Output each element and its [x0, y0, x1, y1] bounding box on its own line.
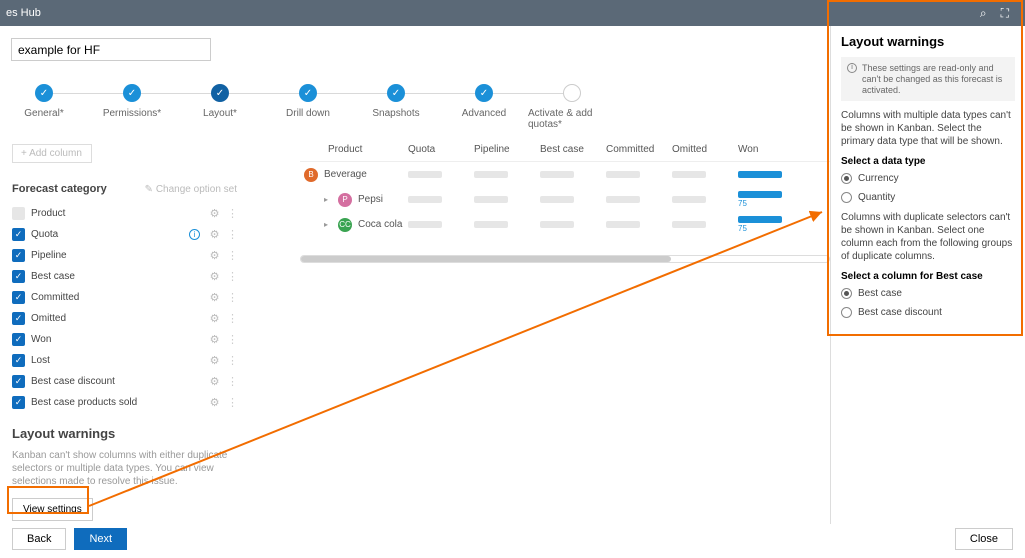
next-button[interactable]: Next — [74, 528, 127, 550]
layout-warnings-body: Kanban can't show columns with either du… — [12, 449, 257, 488]
forecast-category-title: Forecast category — [12, 183, 107, 195]
category-label: Committed — [31, 292, 202, 303]
row-name: Pepsi — [358, 194, 383, 205]
category-row[interactable]: ✓ Won ⚙ ⋮ — [12, 329, 237, 350]
category-row[interactable]: ✓ Omitted ⚙ ⋮ — [12, 308, 237, 329]
more-icon[interactable]: ⋮ — [227, 207, 237, 220]
preview-table-header: ProductQuotaPipelineBest caseCommittedOm… — [300, 144, 830, 162]
category-row[interactable]: Product ⚙ ⋮ — [12, 203, 237, 224]
table-row[interactable]: B Beverage — [300, 162, 830, 187]
horizontal-scrollbar[interactable] — [300, 255, 830, 263]
category-row[interactable]: ✓ Best case discount ⚙ ⋮ — [12, 371, 237, 392]
more-icon[interactable]: ⋮ — [227, 312, 237, 325]
wizard-stepper: ✓General*✓Permissions*✓Layout*✓Drill dow… — [0, 84, 830, 130]
more-icon[interactable]: ⋮ — [227, 354, 237, 367]
gear-icon[interactable]: ⚙ — [208, 354, 221, 367]
checkbox-icon[interactable]: ✓ — [12, 312, 25, 325]
step-drill-down[interactable]: ✓Drill down — [264, 84, 352, 130]
category-row[interactable]: ✓ Committed ⚙ ⋮ — [12, 287, 237, 308]
step-snapshots[interactable]: ✓Snapshots — [352, 84, 440, 130]
avatar: B — [304, 168, 318, 182]
category-row[interactable]: ✓ Quotai ⚙ ⋮ — [12, 224, 237, 245]
checkbox-icon[interactable]: ✓ — [12, 375, 25, 388]
checkbox-icon[interactable] — [12, 207, 25, 220]
more-icon[interactable]: ⋮ — [227, 375, 237, 388]
close-button[interactable]: Close — [955, 528, 1013, 550]
checkbox-icon[interactable]: ✓ — [12, 354, 25, 367]
avatar: CC — [338, 218, 352, 232]
highlight-flyout — [827, 0, 1023, 336]
category-row[interactable]: ✓ Lost ⚙ ⋮ — [12, 350, 237, 371]
more-icon[interactable]: ⋮ — [227, 291, 237, 304]
forecast-name-input[interactable] — [11, 38, 211, 61]
checkbox-icon[interactable]: ✓ — [12, 291, 25, 304]
layout-warnings-heading: Layout warnings — [12, 426, 257, 441]
gear-icon[interactable]: ⚙ — [208, 270, 221, 283]
more-icon[interactable]: ⋮ — [227, 333, 237, 346]
checkbox-icon[interactable]: ✓ — [12, 333, 25, 346]
info-icon[interactable]: i — [189, 229, 200, 240]
table-row[interactable]: ▸CCCoca cola75 — [300, 212, 830, 237]
row-name: Coca cola — [358, 219, 402, 230]
checkbox-icon[interactable]: ✓ — [12, 270, 25, 283]
category-row[interactable]: ✓ Best case products sold ⚙ ⋮ — [12, 392, 237, 413]
chevron-right-icon[interactable]: ▸ — [324, 195, 332, 204]
row-name: Beverage — [324, 169, 367, 180]
app-title: es Hub — [6, 7, 41, 19]
chevron-right-icon[interactable]: ▸ — [324, 220, 332, 229]
step-permissions-[interactable]: ✓Permissions* — [88, 84, 176, 130]
step-general-[interactable]: ✓General* — [0, 84, 88, 130]
category-label: Won — [31, 334, 202, 345]
add-column-button[interactable]: + Add column — [12, 144, 92, 163]
back-button[interactable]: Back — [12, 528, 66, 550]
checkbox-icon[interactable]: ✓ — [12, 249, 25, 262]
category-row[interactable]: ✓ Pipeline ⚙ ⋮ — [12, 245, 237, 266]
more-icon[interactable]: ⋮ — [227, 270, 237, 283]
checkbox-icon[interactable]: ✓ — [12, 228, 25, 241]
gear-icon[interactable]: ⚙ — [208, 207, 221, 220]
category-label: Product — [31, 208, 202, 219]
more-icon[interactable]: ⋮ — [227, 228, 237, 241]
table-row[interactable]: ▸PPepsi75 — [300, 187, 830, 212]
category-row[interactable]: ✓ Best case ⚙ ⋮ — [12, 266, 237, 287]
highlight-view-settings — [7, 486, 89, 514]
category-label: Pipeline — [31, 250, 202, 261]
change-option-set-link[interactable]: ✎ Change option set — [145, 184, 237, 195]
category-label: Quota — [31, 229, 183, 240]
avatar: P — [338, 193, 352, 207]
category-label: Best case discount — [31, 376, 202, 387]
step-layout-[interactable]: ✓Layout* — [176, 84, 264, 130]
step-advanced[interactable]: ✓Advanced — [440, 84, 528, 130]
gear-icon[interactable]: ⚙ — [208, 249, 221, 262]
more-icon[interactable]: ⋮ — [227, 396, 237, 409]
gear-icon[interactable]: ⚙ — [208, 396, 221, 409]
gear-icon[interactable]: ⚙ — [208, 333, 221, 346]
gear-icon[interactable]: ⚙ — [208, 228, 221, 241]
category-label: Lost — [31, 355, 202, 366]
gear-icon[interactable]: ⚙ — [208, 291, 221, 304]
category-label: Best case — [31, 271, 202, 282]
gear-icon[interactable]: ⚙ — [208, 375, 221, 388]
checkbox-icon[interactable]: ✓ — [12, 396, 25, 409]
category-label: Omitted — [31, 313, 202, 324]
more-icon[interactable]: ⋮ — [227, 249, 237, 262]
category-label: Best case products sold — [31, 397, 202, 408]
step-activate-add-quotas-[interactable]: 8Activate & add quotas* — [528, 84, 616, 130]
gear-icon[interactable]: ⚙ — [208, 312, 221, 325]
